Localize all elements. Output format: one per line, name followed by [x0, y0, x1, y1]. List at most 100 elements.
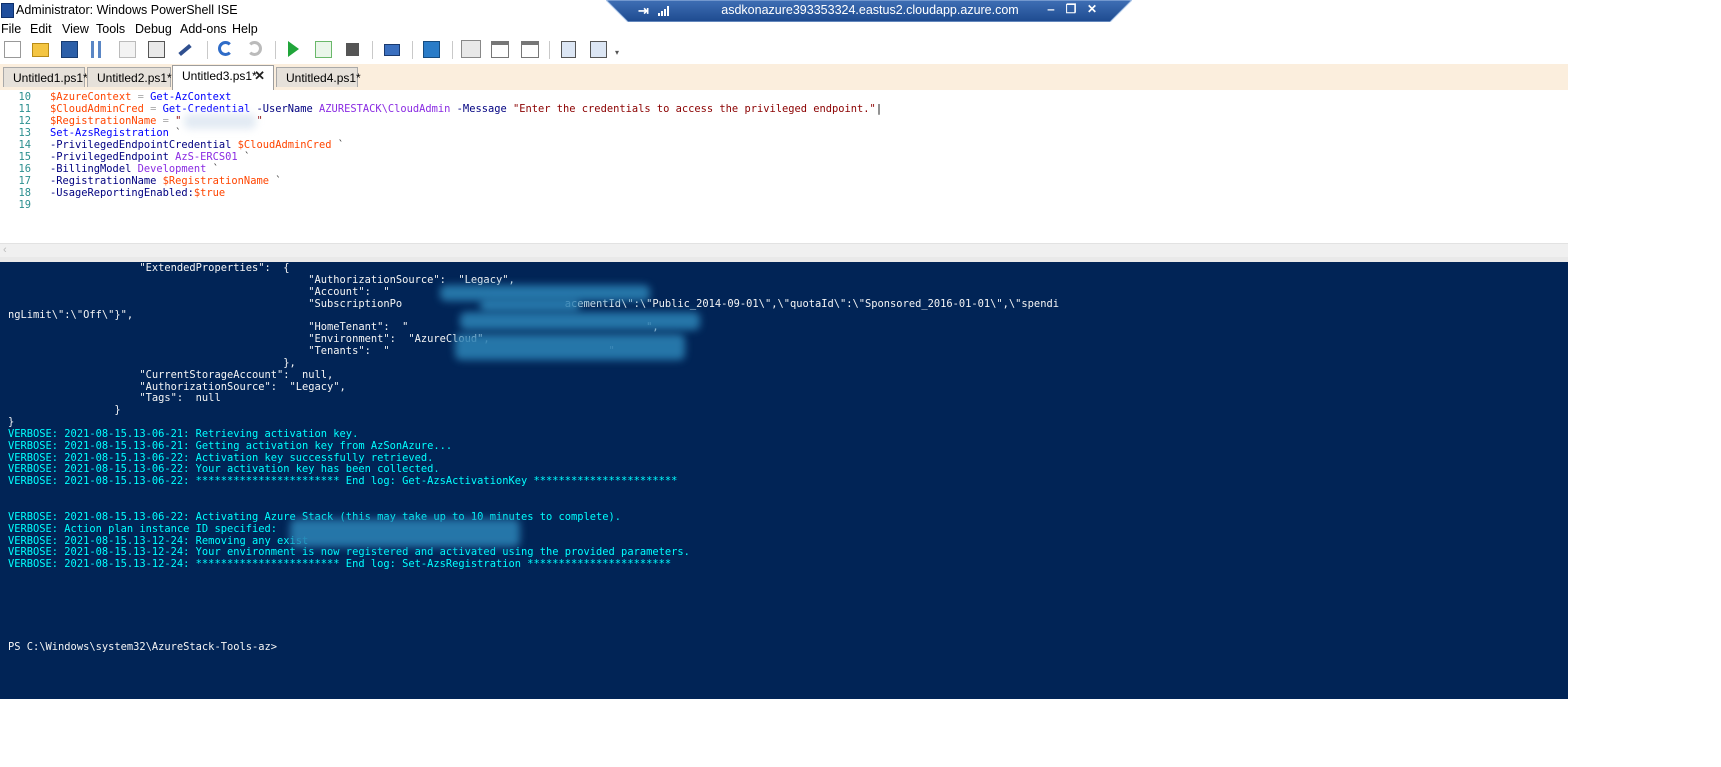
code-text: $CloudAdminCred = Get-Credential -UserNa… — [50, 103, 882, 115]
tab-untitled4[interactable]: Untitled4.ps1* — [276, 67, 361, 87]
console-line: "ExtendedProperties": { — [8, 262, 290, 274]
close-tab-icon[interactable]: ✕ — [254, 68, 265, 84]
copy-icon[interactable] — [119, 41, 136, 58]
redacted-region — [455, 334, 685, 360]
code-token: $RegistrationName — [162, 175, 269, 187]
code-token: Get-AzContext — [150, 91, 232, 103]
show-script-pane-right-icon[interactable] — [491, 41, 509, 58]
console-line: VERBOSE: 2021-08-15.13-06-22: Your activ… — [8, 463, 440, 476]
scroll-left-icon[interactable]: ‹ — [3, 244, 7, 256]
console-pane[interactable]: "ExtendedProperties": { "AuthorizationSo… — [0, 262, 1568, 699]
menu-help[interactable]: Help — [232, 22, 258, 36]
menu-debug[interactable]: Debug — [135, 22, 172, 36]
clear-icon[interactable] — [178, 43, 192, 57]
tab-label: Untitled1.ps1* — [13, 71, 88, 85]
toolbar-overflow-icon[interactable]: ▾ — [615, 49, 622, 57]
paste-icon[interactable] — [148, 41, 165, 58]
window-title: Administrator: Windows PowerShell ISE — [16, 3, 238, 17]
restore-icon[interactable]: ❐ — [1064, 2, 1078, 16]
save-icon[interactable] — [61, 41, 78, 58]
console-line: }, — [8, 356, 296, 369]
code-token: $AzureContext — [50, 91, 132, 103]
redacted-region — [480, 298, 580, 312]
code-text: -PrivilegedEndpoint AzS-ERCS01 ` — [50, 151, 250, 163]
code-token: ` — [331, 139, 345, 151]
console-line: VERBOSE: 2021-08-15.13-12-24: Your envir… — [8, 546, 690, 559]
code-text: -UsageReportingEnabled:$true — [50, 187, 225, 199]
code-token: -UsageReportingEnabled: — [50, 187, 194, 199]
signal-strength-icon — [658, 6, 670, 16]
line-number: 15 — [18, 151, 31, 163]
line-number: 14 — [18, 139, 31, 151]
show-script-pane-top-icon[interactable] — [461, 40, 481, 58]
pin-icon[interactable]: ⇥ — [638, 3, 649, 19]
console-line: "Account": " — [8, 285, 390, 298]
code-token: Development — [137, 163, 207, 175]
code-text: $AzureContext = Get-AzContext — [50, 91, 231, 103]
console-line: VERBOSE: 2021-08-15.13-06-21: Retrieving… — [8, 427, 359, 440]
menu-file[interactable]: File — [1, 22, 21, 36]
close-icon[interactable]: ✕ — [1085, 2, 1099, 16]
code-token: ` — [237, 151, 251, 163]
show-script-pane-maximized-icon[interactable] — [521, 41, 539, 58]
console-line: VERBOSE: 2021-08-15.13-12-24: Removing a… — [8, 534, 309, 547]
console-line: VERBOSE: 2021-08-15.13-06-21: Getting ac… — [8, 439, 453, 452]
cut-icon[interactable] — [91, 41, 101, 58]
line-number: 19 — [18, 199, 31, 211]
code-token: "Enter the credentials to access the pri… — [512, 103, 876, 115]
code-token: = — [156, 115, 176, 127]
console-line: "AuthorizationSource": "Legacy", — [8, 273, 515, 286]
code-token: | — [875, 103, 883, 115]
tab-untitled2[interactable]: Untitled2.ps1* — [87, 67, 172, 87]
tab-label: Untitled4.ps1* — [286, 71, 361, 85]
editor-horizontal-scrollbar[interactable]: ‹ — [0, 243, 1568, 258]
undo-icon[interactable] — [218, 41, 233, 56]
powershell-app-icon — [1, 3, 14, 18]
new-icon[interactable] — [4, 41, 21, 58]
code-text: -BillingModel Development ` — [50, 163, 219, 175]
tab-untitled1[interactable]: Untitled1.ps1* — [3, 67, 88, 87]
menu-add-ons[interactable]: Add-ons — [180, 22, 227, 36]
run-icon[interactable] — [288, 41, 299, 57]
minimize-icon[interactable]: ‒ — [1044, 2, 1058, 16]
code-text: Set-AzsRegistration ` — [50, 127, 181, 139]
code-token: -Message — [450, 103, 513, 115]
menu-view[interactable]: View — [62, 22, 89, 36]
console-line: "Environment": "AzureCloud", — [8, 333, 490, 346]
console-prompt: PS C:\Windows\system32\AzureStack-Tools-… — [8, 641, 277, 654]
line-number: 16 — [18, 163, 31, 175]
redo-icon[interactable] — [247, 41, 262, 56]
code-token: -PrivilegedEndpointCredential — [50, 139, 238, 151]
code-text: -PrivilegedEndpointCredential $CloudAdmi… — [50, 139, 344, 151]
code-token: ` — [206, 163, 219, 175]
menu-edit[interactable]: Edit — [30, 22, 52, 36]
code-token: Set-AzsRegistration — [50, 127, 169, 139]
open-icon[interactable] — [32, 43, 49, 57]
console-line: VERBOSE: 2021-08-15.13-06-22: Activation… — [8, 451, 434, 464]
console-line: "CurrentStorageAccount": null, — [8, 368, 334, 381]
line-number: 10 — [18, 91, 31, 103]
run-selection-icon[interactable] — [315, 41, 332, 58]
script-editor[interactable]: 10 $AzureContext = Get-AzContext 11 $CloudA… — [0, 90, 1568, 243]
show-command-addon-icon[interactable] — [590, 41, 607, 58]
remote-powershell-icon[interactable] — [384, 44, 400, 56]
tab-untitled3[interactable]: Untitled3.ps1* ✕ — [172, 65, 274, 90]
script-tab-strip: Untitled1.ps1* Untitled2.ps1* Untitled3.… — [0, 64, 1568, 90]
code-token: $true — [193, 187, 226, 199]
console-line: VERBOSE: Action plan instance ID specifi… — [8, 522, 277, 535]
powershell-icon[interactable] — [423, 41, 440, 58]
stop-icon[interactable] — [346, 43, 359, 56]
tab-label: Untitled2.ps1* — [97, 71, 172, 85]
code-token: -RegistrationName — [50, 175, 163, 187]
line-number: 13 — [18, 127, 31, 139]
console-line: } — [8, 416, 15, 429]
console-line: "Tags": null — [8, 392, 221, 405]
redacted-region — [460, 312, 700, 330]
line-number: 17 — [18, 175, 31, 187]
console-line: } — [8, 404, 121, 417]
redacted-region — [290, 519, 520, 547]
show-command-window-icon[interactable] — [561, 41, 576, 58]
menu-tools[interactable]: Tools — [96, 22, 125, 36]
code-token: $CloudAdminCred — [50, 103, 144, 115]
code-token: -PrivilegedEndpoint — [50, 151, 176, 163]
